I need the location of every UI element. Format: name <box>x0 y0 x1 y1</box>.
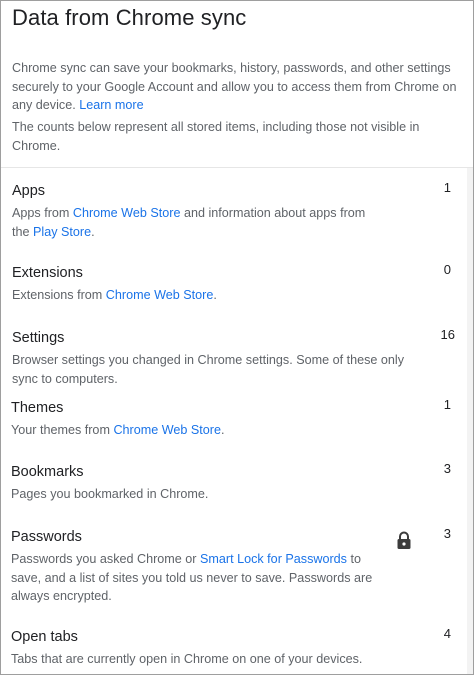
item-description: Tabs that are currently open in Chrome o… <box>11 652 363 666</box>
counts-note: The counts below represent all stored it… <box>12 120 420 153</box>
desc-text: Extensions from <box>12 288 106 302</box>
item-title: Extensions <box>12 265 83 281</box>
page-title: Data from Chrome sync <box>12 5 247 30</box>
lock-icon <box>397 531 411 549</box>
item-count: 16 <box>440 327 455 342</box>
learn-more-link[interactable]: Learn more <box>79 98 143 112</box>
chrome-web-store-link[interactable]: Chrome Web Store <box>73 206 181 220</box>
item-title: Themes <box>11 400 64 416</box>
chrome-web-store-link[interactable]: Chrome Web Store <box>113 423 221 437</box>
item-count: 3 <box>443 526 451 541</box>
item-description: Passwords you asked Chrome or Smart Lock… <box>11 550 373 606</box>
play-store-link[interactable]: Play Store <box>33 225 91 239</box>
desc-text: . <box>213 288 217 302</box>
item-count: 4 <box>443 626 451 641</box>
item-title: Apps <box>12 183 46 199</box>
intro-description: Chrome sync can save your bookmarks, his… <box>12 59 458 115</box>
item-description: Apps from Chrome Web Store and informati… <box>12 204 382 241</box>
desc-text: Passwords you asked Chrome or <box>11 552 200 566</box>
item-title: Bookmarks <box>11 464 84 480</box>
item-title: Passwords <box>11 529 82 545</box>
item-description: Pages you bookmarked in Chrome. <box>11 487 209 501</box>
item-title: Settings <box>12 330 65 346</box>
item-count: 3 <box>443 461 451 476</box>
chrome-web-store-link[interactable]: Chrome Web Store <box>106 288 214 302</box>
item-count: 1 <box>443 397 451 412</box>
item-description: Browser settings you changed in Chrome s… <box>12 353 405 386</box>
item-description: Your themes from Chrome Web Store. <box>11 421 381 440</box>
item-title: Open tabs <box>11 629 78 645</box>
intro-section: Data from Chrome sync Chrome sync can sa… <box>1 1 473 168</box>
item-count: 0 <box>443 262 451 277</box>
desc-text: Apps from <box>12 206 73 220</box>
desc-text: . <box>221 423 225 437</box>
sync-data-panel: Data from Chrome sync Chrome sync can sa… <box>0 0 474 675</box>
desc-text: . <box>91 224 95 239</box>
item-description: Extensions from Chrome Web Store. <box>12 286 382 305</box>
item-count: 1 <box>443 180 451 195</box>
desc-text: Your themes from <box>11 423 114 437</box>
smart-lock-link[interactable]: Smart Lock for Passwords <box>200 552 347 566</box>
